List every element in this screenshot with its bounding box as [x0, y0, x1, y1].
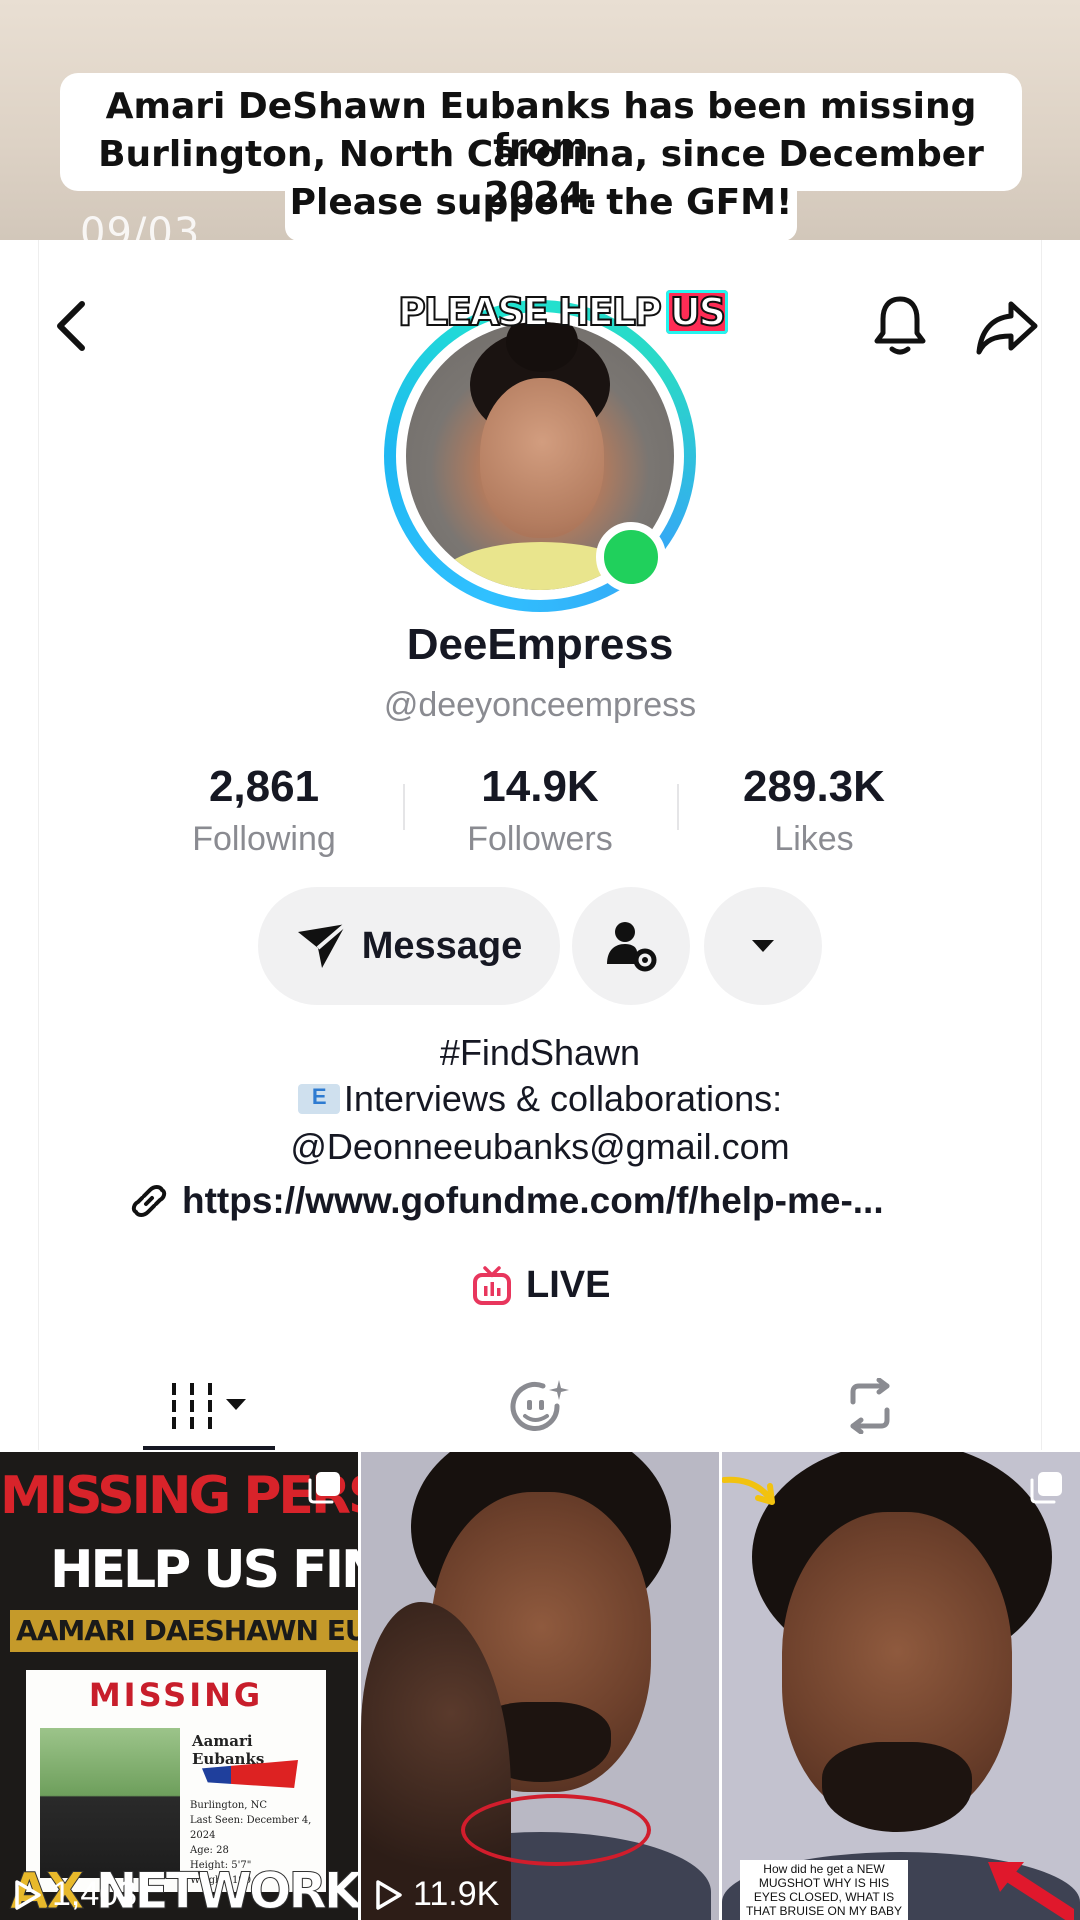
sticker-highlight: US: [665, 289, 729, 335]
stat-value: 14.9K: [481, 762, 599, 811]
poster-photo: [40, 1728, 180, 1878]
profile-stats: 2,861 Following 14.9K Followers 289.3K L…: [0, 762, 1080, 872]
bio-link[interactable]: https://www.gofundme.com/f/help-me-...: [130, 1180, 980, 1222]
user-settings-icon: [607, 922, 657, 972]
stat-value: 289.3K: [743, 762, 885, 811]
red-circle-annotation: [461, 1794, 651, 1866]
live-label: LIVE: [526, 1264, 611, 1306]
view-count: 1,403: [14, 1875, 137, 1914]
poster-name: Aamari Eubanks: [192, 1732, 265, 1768]
video-grid: MISSING PERSO HELP US FIND AAMARI DAESHA…: [0, 1452, 1080, 1920]
profile-handle: @deeyonceempress: [383, 686, 697, 724]
bio-email: @Deonneeubanks@gmail.com: [290, 1126, 790, 1167]
more-options-dropdown[interactable]: [704, 887, 822, 1005]
profile-actions: Message: [0, 887, 1080, 1005]
poster-title: MISSING: [88, 1676, 264, 1714]
play-icon: [15, 1879, 41, 1910]
follow-settings-button[interactable]: [572, 887, 690, 1005]
grid-icon: [172, 1383, 246, 1429]
sticker-text: PLEASE HELP: [397, 289, 663, 335]
multi-photo-icon: [1030, 1472, 1062, 1504]
tv-live-icon: [473, 1265, 511, 1305]
share-arrow-icon: [976, 301, 1038, 355]
tab-reposts[interactable]: [810, 1360, 930, 1452]
stat-value: 2,861: [208, 762, 320, 811]
video-tile[interactable]: 11.9K: [361, 1452, 719, 1920]
tab-videos[interactable]: [150, 1360, 270, 1452]
thumbnail-caption: How did he get a NEW MUGSHOT WHY IS HIS …: [740, 1860, 908, 1920]
tab-favorites[interactable]: [480, 1360, 600, 1452]
active-tab-indicator: [143, 1446, 275, 1450]
message-label: Message: [361, 924, 523, 967]
bio-text: Interviews & collaborations:: [343, 1078, 783, 1119]
content-tabs: [0, 1360, 1080, 1452]
profile-name: DeeEmpress: [406, 620, 674, 669]
live-button[interactable]: LIVE: [472, 1264, 610, 1307]
share-button[interactable]: [972, 292, 1042, 362]
poster-location: Burlington, NC: [190, 1800, 268, 1811]
email-icon: [297, 1084, 340, 1114]
poster-detail: Age: 28: [190, 1845, 229, 1856]
video-tile[interactable]: MISSING PERSO HELP US FIND AAMARI DAESHA…: [0, 1452, 358, 1920]
view-count: 11.9K: [375, 1875, 499, 1914]
link-icon: [131, 1185, 167, 1217]
bio-line-2: Interviews & collaborations:: [0, 1078, 1080, 1120]
multi-photo-icon: [308, 1472, 340, 1504]
bell-icon: [874, 296, 926, 355]
chevron-left-icon: [57, 301, 85, 351]
bio-hashtag[interactable]: #FindShawn: [0, 1032, 1080, 1074]
stat-following[interactable]: 2,861 Following: [134, 762, 394, 859]
bio-link-text: https://www.gofundme.com/f/help-me-...: [182, 1180, 884, 1221]
stat-label: Followers: [467, 820, 613, 858]
notification-bell-button[interactable]: [868, 290, 932, 360]
send-icon: [297, 922, 348, 968]
missing-poster: MISSING Aamari Eubanks Burlington, NC La…: [26, 1670, 326, 1892]
stat-followers[interactable]: 14.9K Followers: [410, 762, 670, 859]
help-sticker: PLEASE HELP US: [397, 287, 729, 337]
thumbnail-title-mid: HELP US FIND: [50, 1540, 358, 1600]
poster-detail: Last Seen: December 4, 2024: [190, 1815, 312, 1841]
thumbnail-title-top: MISSING PERSO: [0, 1466, 358, 1526]
arrow-annotation-icon: [722, 1476, 775, 1505]
stat-likes[interactable]: 289.3K Likes: [684, 762, 944, 859]
video-tile[interactable]: How did he get a NEW MUGSHOT WHY IS HIS …: [722, 1452, 1080, 1920]
stat-label: Following: [192, 820, 336, 858]
sparkle-face-icon: [510, 1380, 569, 1431]
thumbnail-title-name: AAMARI DAESHAWN EUBAN: [10, 1610, 358, 1652]
caption-line-3: Please support the GFM!: [289, 182, 793, 223]
message-button[interactable]: Message: [258, 887, 560, 1005]
caret-down-icon: [752, 940, 774, 952]
arrow-annotation-icon: [988, 1862, 1074, 1920]
repost-icon: [850, 1378, 890, 1434]
back-button[interactable]: [46, 296, 96, 356]
online-status-dot: [596, 522, 666, 592]
play-icon: [376, 1879, 402, 1910]
stat-label: Likes: [774, 820, 854, 858]
